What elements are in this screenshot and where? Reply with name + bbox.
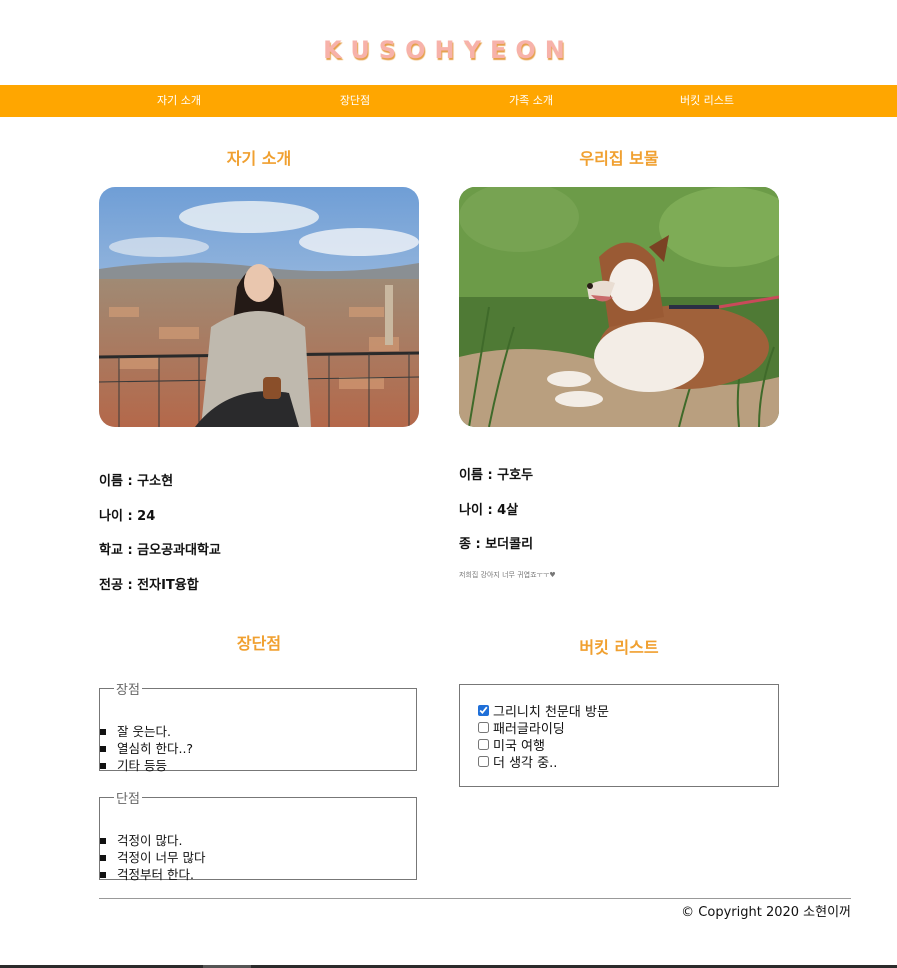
intro-school: 학교 : 금오공과대학교 xyxy=(99,543,221,558)
list-item: 걱정이 많다. xyxy=(100,832,205,849)
list-item-text: 기타 등등 xyxy=(117,758,167,773)
nav-item-family[interactable]: 가족 소개 xyxy=(509,85,553,117)
treasure-heading: 우리집 보물 xyxy=(579,149,659,168)
bucket-item-label: 더 생각 중.. xyxy=(493,756,558,771)
pros-legend: 장점 xyxy=(116,683,140,698)
bullet-icon xyxy=(100,763,106,769)
list-item: 걱정이 너무 많다 xyxy=(100,849,205,866)
cons-list: 걱정이 많다. 걱정이 너무 많다 걱정부터 한다. xyxy=(100,832,205,883)
site-title: KUSOHYEON xyxy=(323,36,574,64)
bullet-icon xyxy=(100,838,106,844)
nav-item-pros-cons[interactable]: 장단점 xyxy=(340,85,370,117)
bullet-icon xyxy=(100,855,106,861)
intro-name: 이름 : 구소현 xyxy=(99,474,174,489)
bucket-list-box: 그리니치 천문대 방문 패러글라이딩 미국 여행 더 생각 중.. xyxy=(459,684,779,787)
bullet-icon xyxy=(100,746,106,752)
footer-divider xyxy=(99,898,851,899)
navbar: 자기 소개 장단점 가족 소개 버킷 리스트 xyxy=(0,85,897,117)
list-item: 열심히 한다..? xyxy=(100,740,193,757)
bucket-item-usa-trip[interactable]: 미국 여행 xyxy=(478,736,545,754)
list-item-text: 잘 웃는다. xyxy=(117,724,171,739)
bucket-checkbox[interactable] xyxy=(478,739,489,750)
bucket-checkbox[interactable] xyxy=(478,722,489,733)
intro-age: 나이 : 24 xyxy=(99,509,156,524)
bucket-item-paragliding[interactable]: 패러글라이딩 xyxy=(478,719,565,737)
list-item: 걱정부터 한다. xyxy=(100,866,205,883)
copyright-text: © Copyright 2020 소현이꺼 xyxy=(681,905,851,920)
bullet-icon xyxy=(100,872,106,878)
nav-item-bucket-list[interactable]: 버킷 리스트 xyxy=(680,85,734,117)
cons-legend: 단점 xyxy=(116,792,140,807)
list-item-text: 걱정이 너무 많다 xyxy=(117,850,206,865)
list-item: 기타 등등 xyxy=(100,757,193,774)
bucket-checkbox[interactable] xyxy=(478,705,489,716)
dog-photo-image xyxy=(459,187,779,427)
dog-photo xyxy=(459,187,779,427)
nav-item-intro[interactable]: 자기 소개 xyxy=(157,85,201,117)
bucket-item-thinking[interactable]: 더 생각 중.. xyxy=(478,753,558,771)
dog-breed: 종 : 보더콜리 xyxy=(459,537,534,552)
intro-major: 전공 : 전자IT융합 xyxy=(99,578,199,593)
cons-fieldset: 단점 걱정이 많다. 걱정이 너무 많다 걱정부터 한다. xyxy=(99,788,417,883)
dog-age: 나이 : 4살 xyxy=(459,503,519,518)
bucket-checkbox[interactable] xyxy=(478,756,489,767)
pros-cons-heading: 장단점 xyxy=(236,634,282,653)
bucket-item-greenwich[interactable]: 그리니치 천문대 방문 xyxy=(478,702,609,720)
bucket-list-heading: 버킷 리스트 xyxy=(579,638,659,657)
intro-heading: 자기 소개 xyxy=(226,149,292,168)
pros-list: 잘 웃는다. 열심히 한다..? 기타 등등 xyxy=(100,723,193,774)
dog-note: 저희집 강아지 너무 귀엽죠ㅜㅜ♥ xyxy=(459,571,556,579)
profile-photo-image xyxy=(99,187,419,427)
dog-name: 이름 : 구호두 xyxy=(459,468,534,483)
list-item-text: 열심히 한다..? xyxy=(117,741,194,756)
list-item: 잘 웃는다. xyxy=(100,723,193,740)
profile-photo xyxy=(99,187,419,427)
bullet-icon xyxy=(100,729,106,735)
list-item-text: 걱정부터 한다. xyxy=(117,867,194,882)
list-item-text: 걱정이 많다. xyxy=(117,833,183,848)
pros-fieldset: 장점 잘 웃는다. 열심히 한다..? 기타 등등 xyxy=(99,679,417,774)
